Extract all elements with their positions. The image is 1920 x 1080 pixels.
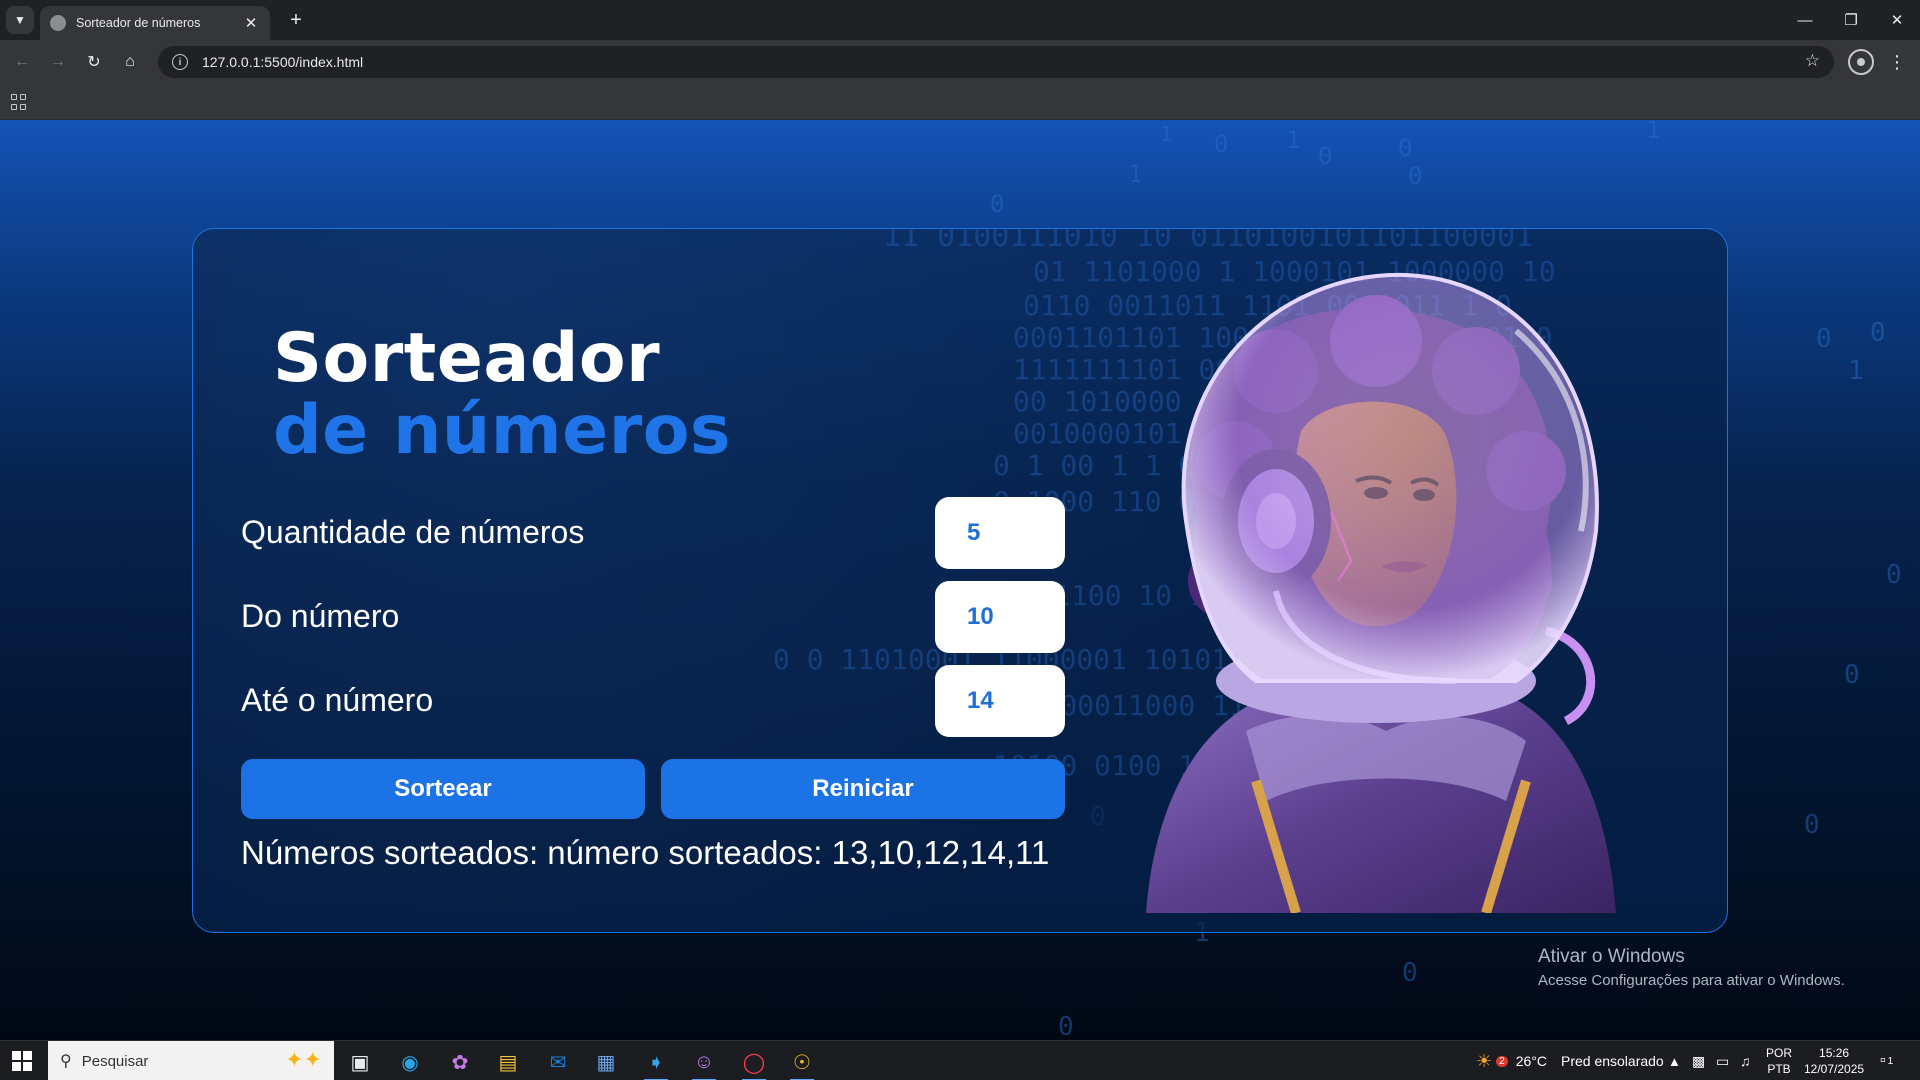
page-title-line2: de números xyxy=(273,391,731,470)
from-number-label: Do número xyxy=(241,598,400,634)
binary-decoration: 1 xyxy=(1128,160,1143,188)
outlook-icon[interactable]: ✉ xyxy=(540,1047,576,1077)
apps-grid-icon[interactable] xyxy=(11,94,27,110)
binary-decoration: 0 xyxy=(1870,318,1886,348)
store-icon[interactable]: ▦ xyxy=(588,1047,624,1077)
system-clock[interactable]: 15:26 12/07/2025 xyxy=(1804,1045,1864,1077)
windows-start-icon[interactable] xyxy=(12,1051,32,1071)
tray-network-icon[interactable]: ▩ xyxy=(1692,1041,1705,1080)
binary-decoration: 1 xyxy=(1160,122,1173,146)
quantity-label: Quantidade de números xyxy=(241,514,585,550)
tray-monitor-icon[interactable]: ▭ xyxy=(1716,1041,1729,1080)
browser-tab-bar: ▼ Sorteador de números ✕ + — ❐ ✕ xyxy=(0,0,1920,40)
windows-activation-watermark: Ativar o Windows Acesse Configurações pa… xyxy=(1538,946,1845,989)
activation-title: Ativar o Windows xyxy=(1538,946,1685,967)
astronaut-illustration xyxy=(1146,272,1616,913)
home-icon[interactable]: ⌂ xyxy=(116,48,144,76)
to-number-input[interactable] xyxy=(935,665,1065,737)
restore-icon[interactable]: ❐ xyxy=(1828,0,1874,40)
result-text: Números sorteados: número sorteados: 13,… xyxy=(241,834,1050,871)
chat-app-icon[interactable]: ☺ xyxy=(686,1047,722,1080)
keyboard-layout: PTB xyxy=(1767,1062,1791,1076)
clock-date: 12/07/2025 xyxy=(1804,1062,1865,1076)
clock-time: 15:26 xyxy=(1819,1046,1850,1060)
copilot-icon[interactable]: ✿ xyxy=(442,1047,478,1077)
chevron-down-icon: ▼ xyxy=(14,13,26,27)
opera-icon[interactable]: ◯ xyxy=(736,1047,772,1080)
weather-temp: 26°C xyxy=(1515,1053,1547,1069)
binary-decoration: 0 xyxy=(1058,1012,1074,1040)
weather-sun-icon: ☀ xyxy=(1476,1050,1493,1071)
tab-list-button[interactable]: ▼ xyxy=(6,6,34,34)
windows-taskbar: ⚲ Pesquisar ✦✦ ▣ ◉ ✿ ▤ ✉ ▦ ➧ ☺ ◯ ☉ ☀ 2 2… xyxy=(0,1040,1920,1080)
tab-title: Sorteador de números xyxy=(76,16,201,30)
edge-icon[interactable]: ◉ xyxy=(392,1047,428,1077)
binary-decoration: 0 xyxy=(1398,134,1413,162)
quantity-input[interactable] xyxy=(935,497,1065,569)
page-background: 1 0 1 0 0 0 1 0 1 0 0 0 1 0 0 0 0 1 0 11… xyxy=(0,120,1920,1040)
draw-button[interactable]: Sorteear xyxy=(241,759,645,819)
activation-subtitle: Acesse Configurações para ativar o Windo… xyxy=(1538,972,1845,989)
language-indicator[interactable]: POR PTB xyxy=(1766,1045,1792,1077)
binary-decoration: 0 xyxy=(1318,142,1333,170)
language-code: POR xyxy=(1766,1046,1793,1060)
tray-chevron-up-icon[interactable]: ▲ xyxy=(1668,1041,1681,1080)
search-placeholder: Pesquisar xyxy=(81,1052,149,1070)
binary-decoration: 0 xyxy=(990,190,1005,218)
minimize-icon[interactable]: — xyxy=(1782,0,1828,40)
weather-badge: 2 xyxy=(1496,1055,1508,1067)
site-info-icon[interactable]: i xyxy=(172,54,188,70)
main-card: 11 0100111010 10 0110100101101100001 01 … xyxy=(192,228,1728,933)
binary-decoration: 0 xyxy=(1408,162,1423,190)
binary-decoration: 0 xyxy=(1816,324,1832,354)
binary-decoration: 0 xyxy=(1844,660,1860,690)
profile-icon[interactable] xyxy=(1848,49,1874,75)
binary-decoration: 1 xyxy=(1646,120,1661,144)
binary-decoration: 0 xyxy=(1804,810,1820,840)
copilot-spark-icon: ✦✦ xyxy=(285,1047,322,1072)
tray-volume-icon[interactable]: ♫ xyxy=(1740,1041,1751,1080)
notifications-icon[interactable]: ▫ 1 xyxy=(1880,1041,1893,1080)
taskbar-search[interactable]: ⚲ Pesquisar ✦✦ xyxy=(48,1041,334,1080)
kebab-menu-icon[interactable]: ⋮ xyxy=(1884,48,1910,76)
reload-icon[interactable]: ↻ xyxy=(80,48,108,76)
forward-arrow-icon[interactable]: → xyxy=(44,48,72,76)
notification-count: 1 xyxy=(1887,1055,1894,1067)
notification-bubble-icon: ▫ xyxy=(1880,1052,1886,1069)
close-window-icon[interactable]: ✕ xyxy=(1874,0,1920,40)
close-tab-icon[interactable]: ✕ xyxy=(242,14,260,32)
binary-decoration: 0 xyxy=(1214,130,1229,158)
vscode-icon[interactable]: ➧ xyxy=(638,1047,674,1080)
back-arrow-icon[interactable]: ← xyxy=(8,48,36,76)
address-bar[interactable]: i 127.0.0.1:5500/index.html ☆ xyxy=(158,46,1834,78)
from-number-input[interactable] xyxy=(935,581,1065,653)
page-title-line1: Sorteador xyxy=(273,319,661,398)
chrome-icon[interactable]: ☉ xyxy=(784,1047,820,1080)
globe-icon xyxy=(50,15,66,31)
binary-decoration: 1 xyxy=(1848,356,1864,386)
binary-decoration: 1 xyxy=(1286,126,1301,154)
binary-decoration: 0 xyxy=(1402,958,1418,988)
binary-decoration: 0 xyxy=(1886,560,1902,590)
task-view-icon[interactable]: ▣ xyxy=(342,1047,378,1077)
new-tab-button[interactable]: + xyxy=(282,6,310,34)
browser-toolbar: ← → ↻ ⌂ i 127.0.0.1:5500/index.html ☆ ⋮ xyxy=(0,40,1920,84)
file-explorer-icon[interactable]: ▤ xyxy=(490,1047,526,1077)
search-icon: ⚲ xyxy=(60,1053,72,1070)
bookmarks-bar xyxy=(0,84,1920,120)
active-tab[interactable]: Sorteador de números ✕ xyxy=(40,6,270,40)
weather-widget[interactable]: ☀ 2 26°C Pred ensolarado xyxy=(1476,1041,1664,1080)
to-number-label: Até o número xyxy=(241,682,434,718)
bookmark-star-icon[interactable]: ☆ xyxy=(1805,51,1820,71)
reset-button[interactable]: Reiniciar xyxy=(661,759,1065,819)
address-url[interactable]: 127.0.0.1:5500/index.html xyxy=(202,54,363,70)
binary-decoration: 11 0100111010 10 0110100101101100001 xyxy=(883,228,1534,254)
weather-text: Pred ensolarado xyxy=(1560,1053,1664,1069)
